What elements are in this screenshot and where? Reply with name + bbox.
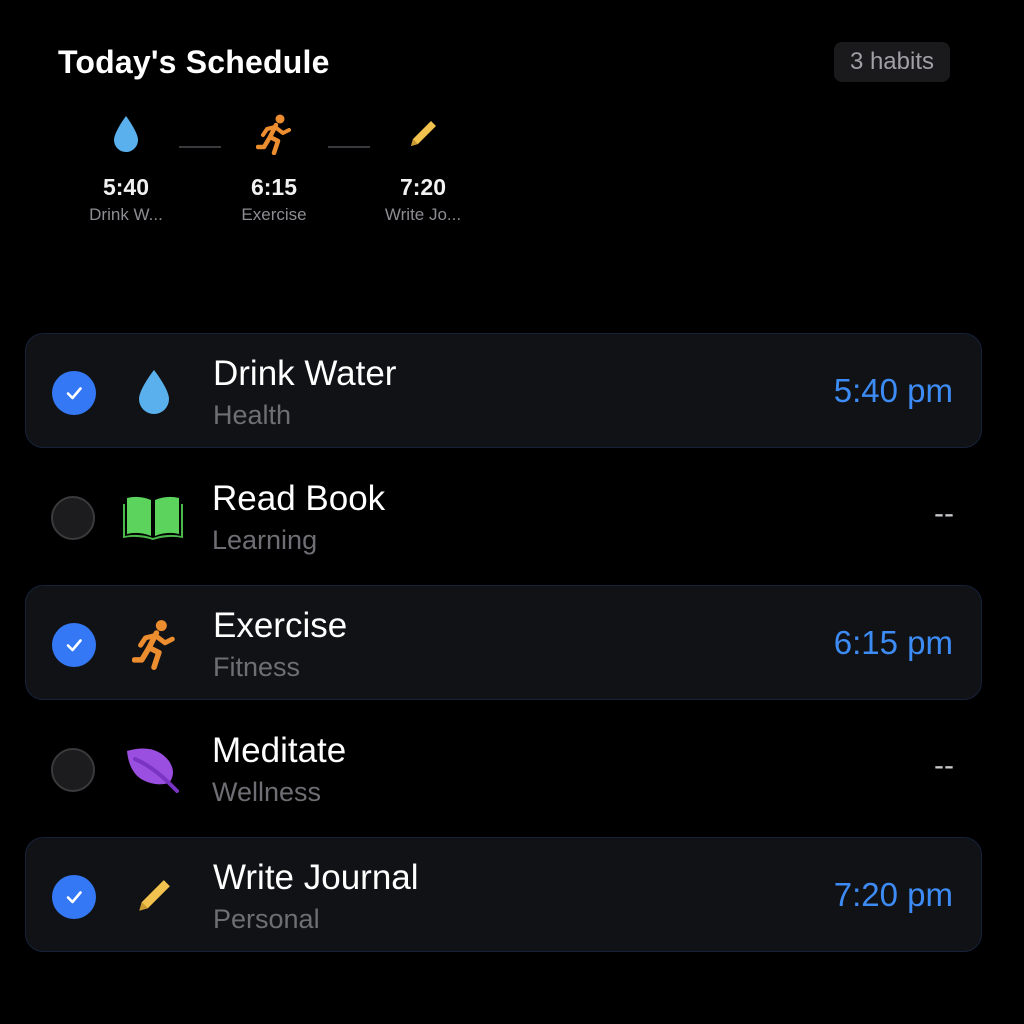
leaf-icon xyxy=(123,739,183,799)
pencil-icon xyxy=(375,106,471,162)
schedule-timeline: 5:40 Drink W... 6:15 Exercise 7:20 Write… xyxy=(78,106,498,236)
habit-time: 5:40 pm xyxy=(833,372,953,409)
timeline-time: 7:20 xyxy=(399,174,447,200)
habit-category: Wellness xyxy=(212,777,322,807)
book-icon xyxy=(123,487,183,547)
checkmark-icon xyxy=(66,639,82,652)
page-title: Today's Schedule xyxy=(58,44,330,80)
completed-checkbox[interactable] xyxy=(52,875,96,919)
habit-category: Personal xyxy=(213,904,320,934)
habit-category: Learning xyxy=(212,525,318,555)
habit-row-write-journal[interactable]: Write Journal Personal 7:20 pm xyxy=(25,837,982,952)
habit-row-read-book[interactable]: Read Book Learning -- xyxy=(25,459,982,574)
timeline-node-exercise[interactable]: 6:15 Exercise xyxy=(226,106,322,225)
completed-checkbox[interactable] xyxy=(52,371,96,415)
habit-list: Drink Water Health 5:40 pm Read Book Lea… xyxy=(25,333,982,963)
water-drop-icon xyxy=(78,106,174,162)
habit-row-exercise[interactable]: Exercise Fitness 6:15 pm xyxy=(25,585,982,700)
water-drop-icon xyxy=(124,362,184,422)
timeline-label: Exercise xyxy=(241,205,307,224)
habit-category: Fitness xyxy=(213,652,301,682)
timeline-node-drink-water[interactable]: 5:40 Drink W... xyxy=(78,106,174,225)
habit-title: Read Book xyxy=(212,479,386,518)
habit-title: Meditate xyxy=(212,731,347,770)
timeline-label: Write Jo... xyxy=(384,205,462,224)
habit-row-drink-water[interactable]: Drink Water Health 5:40 pm xyxy=(25,333,982,448)
running-icon xyxy=(226,106,322,162)
timeline-time: 6:15 xyxy=(250,174,298,200)
incomplete-checkbox[interactable] xyxy=(51,748,95,792)
habit-category: Health xyxy=(213,400,292,430)
habit-title: Exercise xyxy=(213,606,348,645)
habit-title: Drink Water xyxy=(213,354,397,393)
timeline-time: 5:40 xyxy=(102,174,150,200)
header: Today's Schedule 3 habits xyxy=(58,40,950,84)
habit-row-meditate[interactable]: Meditate Wellness -- xyxy=(25,711,982,826)
timeline-node-write-journal[interactable]: 7:20 Write Jo... xyxy=(375,106,471,225)
habit-title: Write Journal xyxy=(213,858,419,897)
habit-time: -- xyxy=(934,497,954,530)
timeline-connector xyxy=(328,146,370,148)
running-icon xyxy=(124,614,184,674)
incomplete-checkbox[interactable] xyxy=(51,496,95,540)
completed-checkbox[interactable] xyxy=(52,623,96,667)
habit-time: -- xyxy=(934,749,954,782)
habit-time: 7:20 pm xyxy=(833,876,953,913)
checkmark-icon xyxy=(66,387,82,400)
pencil-icon xyxy=(124,866,184,926)
habit-time: 6:15 pm xyxy=(833,624,953,661)
checkmark-icon xyxy=(66,891,82,904)
timeline-connector xyxy=(179,146,221,148)
habit-count-badge: 3 habits xyxy=(833,42,950,82)
timeline-label: Drink W... xyxy=(89,205,163,224)
